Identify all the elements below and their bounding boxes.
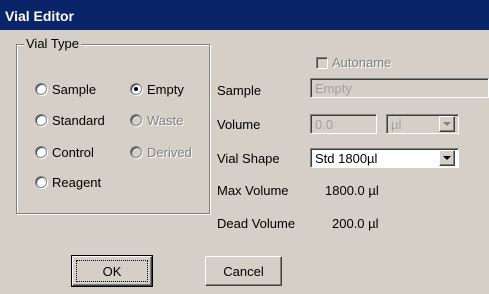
radio-circle (35, 83, 47, 95)
volume-label: Volume (217, 117, 261, 132)
vial-type-group (16, 44, 210, 214)
max-volume-value: 1800.0 µl (325, 183, 379, 198)
ok-button[interactable]: OK (71, 255, 153, 287)
chevron-down-icon[interactable] (439, 116, 455, 132)
radio-label: Control (52, 145, 94, 160)
sample-label: Sample (217, 83, 262, 98)
title-bar: Vial Editor (0, 0, 489, 30)
radio-circle (130, 114, 142, 126)
radio-label: Reagent (52, 175, 102, 190)
sample-input[interactable]: Empty (310, 78, 489, 98)
radio-label: Empty (147, 82, 184, 97)
radio-label: Derived (147, 145, 192, 160)
autoname-checkbox[interactable] (316, 57, 328, 69)
cancel-button[interactable]: Cancel (205, 256, 282, 286)
radio-circle (35, 146, 47, 158)
dead-volume-label: Dead Volume (217, 216, 296, 231)
autoname-label: Autoname (332, 55, 392, 70)
volume-unit-value: µl (391, 117, 402, 132)
chevron-down-icon[interactable] (439, 150, 455, 166)
radio-circle (35, 114, 47, 126)
max-volume-label: Max Volume (217, 183, 289, 198)
radio-circle (130, 146, 142, 158)
window-title: Vial Editor (5, 8, 74, 24)
radio-selected-dot (134, 87, 138, 91)
vial-shape-value: Std 1800µl (315, 151, 378, 166)
radio-label: Waste (147, 113, 184, 128)
cancel-button-label: Cancel (223, 264, 264, 279)
vial-shape-select[interactable]: Std 1800µl (310, 148, 459, 168)
vial-type-group-title: Vial Type (24, 36, 82, 51)
vial-shape-label: Vial Shape (217, 151, 280, 166)
radio-label: Sample (52, 82, 97, 97)
ok-button-label: OK (102, 264, 122, 279)
dead-volume-value: 200.0 µl (332, 216, 379, 231)
radio-circle (35, 176, 47, 188)
radio-label: Standard (52, 113, 105, 128)
volume-input[interactable]: 0.0 (310, 114, 377, 134)
